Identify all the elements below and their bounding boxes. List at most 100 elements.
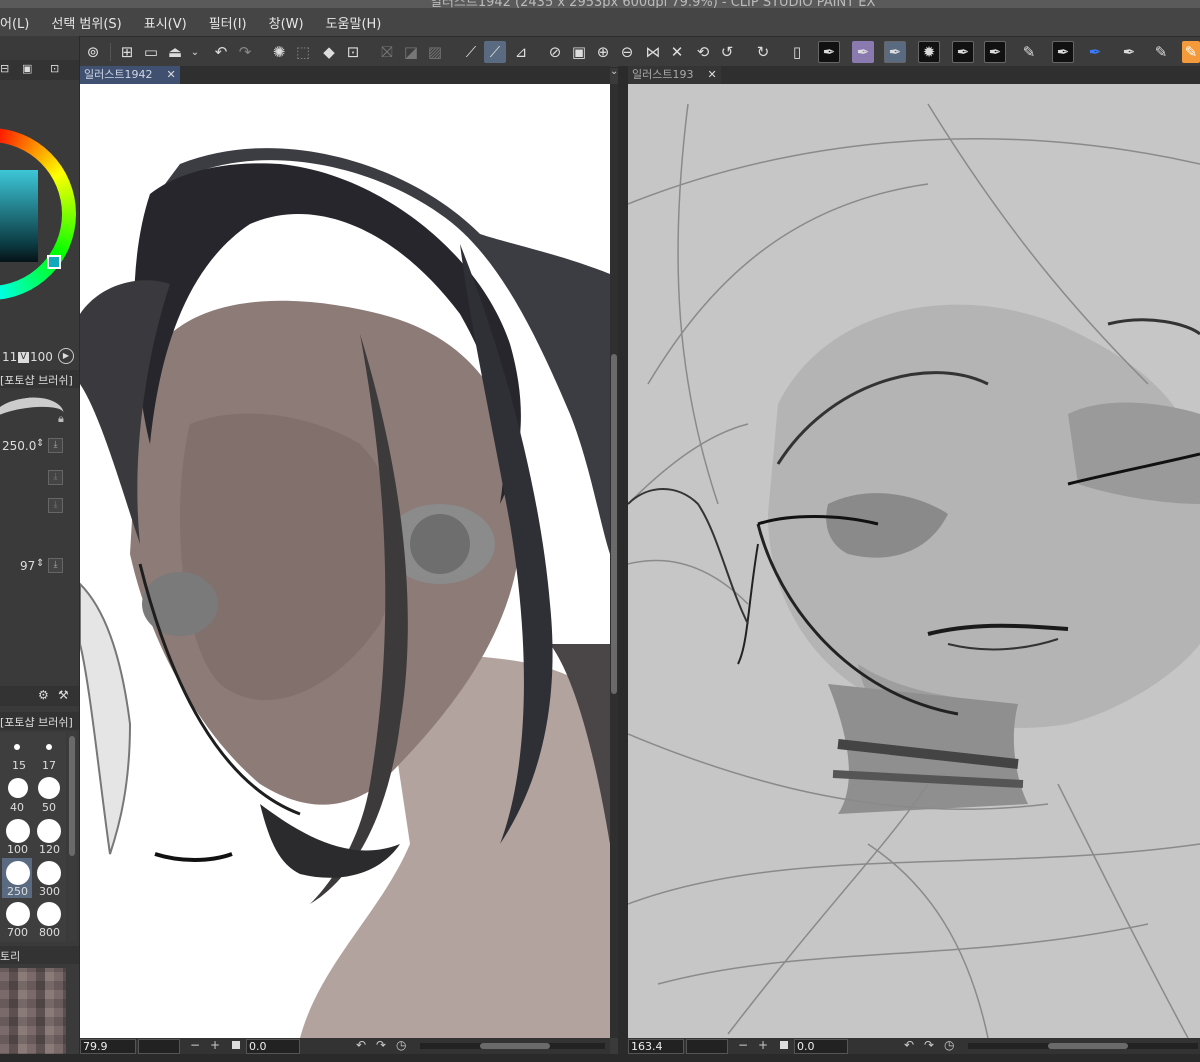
canvas-right[interactable] (628, 84, 1200, 1038)
panel-tab-icon-2[interactable]: ⊡ (50, 62, 59, 75)
open-folder-icon[interactable]: ▭ (140, 41, 162, 63)
brush-dot[interactable] (37, 819, 61, 843)
redo-icon[interactable]: ↷ (234, 41, 256, 63)
zoom-field-right[interactable]: 163.4 (628, 1039, 684, 1054)
zoom-in-button-left[interactable]: + (210, 1038, 220, 1052)
blue-pen-icon[interactable]: ✒ (1084, 41, 1106, 63)
rotate-reset-icon[interactable]: ⟲ (692, 41, 714, 63)
fill-icon[interactable]: ◆ (318, 41, 340, 63)
ruler-snap-icon[interactable]: ⟋ (460, 41, 482, 63)
special-ruler-snap-icon[interactable]: ⟋ (484, 41, 506, 63)
brush-list-scrollbar[interactable] (68, 732, 76, 942)
pen-tool-2-icon[interactable]: ✒ (852, 41, 874, 63)
angle-field-right[interactable]: 0.0 (794, 1039, 848, 1054)
zoom-in-button-right[interactable]: + (758, 1038, 768, 1052)
save-icon[interactable]: ⏏ (164, 41, 186, 63)
clip-studio-icon[interactable]: ⊚ (82, 41, 104, 63)
canvas-divider[interactable] (618, 66, 628, 1062)
pressure-icon-3[interactable]: ⤓ (48, 498, 63, 513)
undo-icon[interactable]: ↶ (210, 41, 232, 63)
menu-item-layer[interactable]: 어(L) (0, 13, 29, 32)
brush-dot[interactable] (6, 902, 30, 926)
pen-tool-4-icon[interactable]: ✒ (952, 41, 974, 63)
preview-icon[interactable]: ⊘ (544, 41, 566, 63)
color-square[interactable] (0, 170, 38, 262)
pressure-icon[interactable]: ⤓ (48, 438, 63, 453)
brush-size-value[interactable]: 250.0 (2, 439, 36, 453)
pencil-icon[interactable]: ✎ (1018, 41, 1040, 63)
rotate-left-icon[interactable]: ↶ (904, 1038, 914, 1052)
rotate-right-icon[interactable]: ↷ (924, 1038, 934, 1052)
hue-marker[interactable] (47, 255, 61, 269)
canvas-icon[interactable]: ▣ (568, 41, 590, 63)
menu-item-window[interactable]: 창(W) (269, 13, 304, 32)
menu-item-help[interactable]: 도움말(H) (326, 13, 382, 32)
zoom-out-button-right[interactable]: − (738, 1038, 748, 1052)
orange-tool-icon[interactable]: ✎ (1182, 41, 1200, 63)
close-icon[interactable]: ✕ (707, 68, 716, 81)
flip-horizontal-icon[interactable]: ⋈ (642, 41, 664, 63)
reset-rotation-icon[interactable]: ◷ (944, 1038, 954, 1052)
scrollbar-thumb[interactable] (480, 1043, 550, 1049)
zoom-field-left[interactable]: 79.9 (80, 1039, 136, 1054)
scrollbar-thumb[interactable] (1048, 1043, 1128, 1049)
tool-icon[interactable]: ⚒ (58, 688, 69, 702)
close-icon[interactable]: ✕ (166, 68, 175, 81)
brush-dot[interactable] (37, 861, 61, 885)
angle-field-left[interactable]: 0.0 (246, 1039, 300, 1054)
airbrush-icon[interactable]: ✹ (918, 41, 940, 63)
scrollbar-thumb[interactable] (611, 354, 617, 694)
transform-icon[interactable]: ⊡ (342, 41, 364, 63)
tab-illust-193[interactable]: 일러스트193 ✕ (628, 66, 721, 84)
zoom-out-icon[interactable]: ⊖ (616, 41, 638, 63)
density-value[interactable]: 97 (20, 559, 35, 573)
brush-dot[interactable] (46, 744, 52, 750)
zoom-stepper-left[interactable] (138, 1039, 180, 1054)
deselect-icon[interactable]: ⛝ (376, 41, 398, 63)
lock-icon[interactable]: 🔒︎ (58, 412, 64, 426)
wrench-icon[interactable]: ⚙ (38, 688, 49, 702)
invert-selection-icon[interactable]: ◪ (400, 41, 422, 63)
zoom-in-icon[interactable]: ⊕ (592, 41, 614, 63)
rotate-right-icon[interactable]: ↷ (376, 1038, 386, 1052)
canvas-left[interactable] (80, 84, 610, 1038)
brush-dot[interactable] (6, 861, 30, 885)
fit-icon[interactable] (780, 1041, 788, 1049)
pressure-icon-4[interactable]: ⤓ (48, 558, 63, 573)
fit-icon[interactable] (232, 1041, 240, 1049)
pen-tool-7-icon[interactable]: ✒ (1118, 41, 1140, 63)
zoom-out-button-left[interactable]: − (190, 1038, 200, 1052)
brush-dot[interactable] (38, 777, 60, 799)
grid-snap-icon[interactable]: ⊿ (510, 41, 532, 63)
stepper-icon[interactable]: ⇕ (36, 438, 44, 449)
rotate-left-icon[interactable]: ↺ (716, 41, 738, 63)
stepper-icon-2[interactable]: ⇕ (36, 558, 44, 569)
brush-dot[interactable] (6, 819, 30, 843)
horizontal-scrollbar-right[interactable] (968, 1043, 1198, 1049)
menu-item-filter[interactable]: 필터(I) (209, 13, 247, 32)
pressure-icon-2[interactable]: ⤓ (48, 470, 63, 485)
brush-dot[interactable] (14, 744, 20, 750)
rotate-right-icon[interactable]: ↻ (752, 41, 774, 63)
selection-border-icon[interactable]: ▨ (424, 41, 446, 63)
tab-illust-1942[interactable]: 일러스트1942 ✕ (80, 66, 180, 84)
brush-dot[interactable] (8, 778, 28, 798)
rotate-left-icon[interactable]: ↶ (356, 1038, 366, 1052)
new-file-icon[interactable]: ⊞ (116, 41, 138, 63)
brush-dot[interactable] (37, 902, 61, 926)
pen-tool-8-icon[interactable]: ✎ (1150, 41, 1172, 63)
play-icon[interactable]: ▶ (58, 348, 74, 364)
pen-tool-3-icon[interactable]: ✒ (884, 41, 906, 63)
image-icon[interactable]: ▣ (22, 62, 32, 75)
clear-icon[interactable]: ⬚ (292, 41, 314, 63)
pen-tool-6-icon[interactable]: ✒ (1052, 41, 1074, 63)
zoom-stepper-right[interactable] (686, 1039, 728, 1054)
device-icon[interactable]: ▯ (786, 41, 808, 63)
canvas-left-scrollbar[interactable] (610, 84, 618, 1038)
horizontal-scrollbar-left[interactable] (420, 1043, 605, 1049)
menu-item-selection[interactable]: 선택 범위(S) (51, 13, 121, 32)
loading-icon[interactable]: ✺ (268, 41, 290, 63)
reset-rotation-icon[interactable]: ◷ (396, 1038, 406, 1052)
color-palette-grid[interactable] (0, 968, 66, 1062)
menu-item-view[interactable]: 표시(V) (144, 13, 187, 32)
